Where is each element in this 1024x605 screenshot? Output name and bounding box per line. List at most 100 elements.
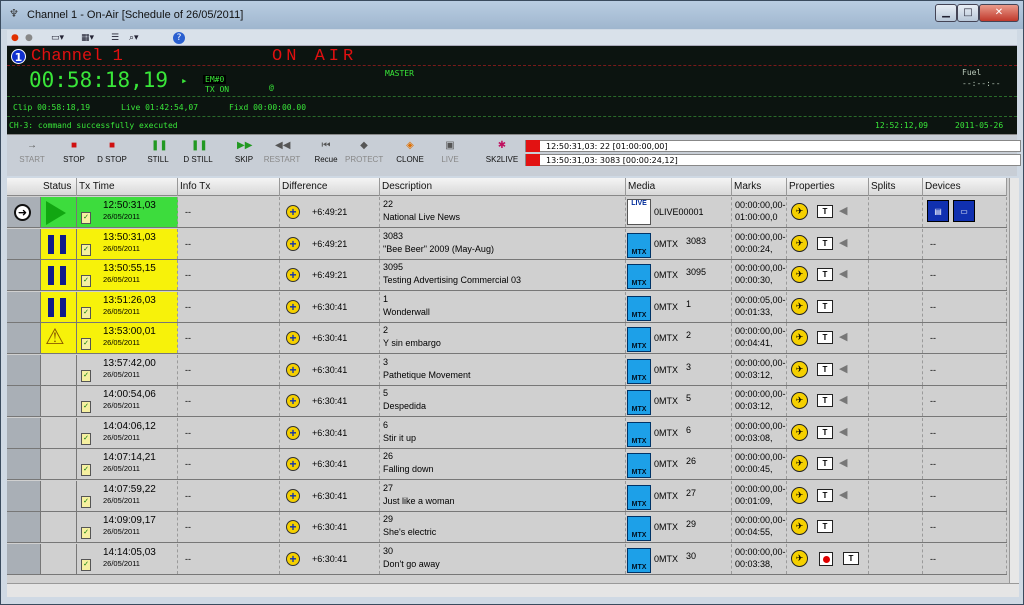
tx-time-cell[interactable]: ✓ 14:04:06,12 26/05/2011 bbox=[77, 417, 178, 448]
control-button-live[interactable]: ▣ LIVE bbox=[431, 138, 469, 174]
plus-icon[interactable]: + bbox=[286, 362, 300, 377]
tx-time-cell[interactable]: ✓ 14:09:09,17 26/05/2011 bbox=[77, 512, 178, 542]
horizontal-scrollbar[interactable] bbox=[7, 583, 1019, 597]
marks-cell[interactable]: 00:00:00,00- 00:03:12, bbox=[732, 354, 787, 385]
plus-icon[interactable]: + bbox=[286, 457, 300, 471]
status-cell[interactable] bbox=[41, 228, 77, 259]
status-cell[interactable] bbox=[41, 260, 77, 290]
splits-cell[interactable] bbox=[869, 323, 923, 353]
devices-cell[interactable]: -- bbox=[923, 417, 1007, 448]
info-tx-cell[interactable]: -- bbox=[178, 480, 280, 511]
media-cell[interactable]: MTX 0MTX 30 bbox=[626, 543, 732, 574]
text-icon[interactable]: T bbox=[817, 394, 833, 407]
properties-cell[interactable]: ✈ T ◀ bbox=[787, 480, 869, 511]
status-cell[interactable] bbox=[41, 417, 77, 448]
devices-cell[interactable]: -- bbox=[923, 386, 1007, 416]
clock-icon[interactable]: ✈ bbox=[791, 486, 808, 504]
info-tx-cell[interactable]: -- bbox=[178, 386, 280, 416]
speaker-icon[interactable]: ◀ bbox=[839, 331, 849, 344]
text-icon[interactable]: T bbox=[817, 362, 833, 376]
description-cell[interactable]: 5 Despedida bbox=[380, 386, 626, 416]
splits-cell[interactable] bbox=[869, 417, 923, 448]
plus-icon[interactable]: + bbox=[286, 205, 300, 219]
status-cell[interactable] bbox=[41, 480, 77, 511]
difference-cell[interactable]: + +6:30:41 bbox=[280, 543, 380, 574]
marks-cell[interactable]: 00:00:00,00- 00:00:30, bbox=[732, 260, 787, 290]
column-header-tx-time[interactable]: Tx Time bbox=[77, 178, 178, 196]
row-selector[interactable] bbox=[7, 480, 41, 511]
splits-cell[interactable] bbox=[869, 291, 923, 322]
row-selector[interactable] bbox=[7, 449, 41, 479]
row-selector[interactable]: ➜ bbox=[7, 197, 41, 227]
table-row[interactable]: ✓ 14:07:14,21 26/05/2011 -- + +6:30:41 26 Falli… bbox=[7, 449, 1007, 480]
column-header-marks[interactable]: Marks bbox=[732, 178, 787, 196]
clock-icon[interactable]: ✈ bbox=[791, 392, 808, 409]
tx-time-cell[interactable]: ✓ 13:50:31,03 26/05/2011 bbox=[77, 228, 178, 259]
row-selector[interactable] bbox=[7, 228, 41, 259]
properties-cell[interactable]: ✈ T bbox=[787, 512, 869, 542]
row-selector[interactable] bbox=[7, 354, 41, 385]
status-cell[interactable] bbox=[41, 449, 77, 479]
marks-cell[interactable]: 00:00:00,00- 00:03:08, bbox=[732, 417, 787, 448]
status-cell[interactable] bbox=[41, 291, 77, 322]
splits-cell[interactable] bbox=[869, 197, 923, 227]
text-icon[interactable]: T bbox=[817, 457, 833, 470]
description-cell[interactable]: 29 She's electric bbox=[380, 512, 626, 542]
control-button-d-still[interactable]: ❚❚ D STILL bbox=[179, 138, 217, 174]
text-icon[interactable]: T bbox=[843, 551, 859, 565]
properties-cell[interactable]: ✈ T ◀ bbox=[787, 228, 869, 259]
control-button-start[interactable]: → START bbox=[13, 138, 51, 174]
control-button-recue[interactable]: ⏮ Recue bbox=[307, 138, 345, 174]
marks-cell[interactable]: 00:00:00,00- 00:04:55, bbox=[732, 512, 787, 542]
marks-cell[interactable]: 00:00:05,00- 00:01:33, bbox=[732, 291, 787, 322]
difference-cell[interactable]: + +6:30:41 bbox=[280, 512, 380, 542]
table-row[interactable]: ✓ 13:50:31,03 26/05/2011 -- + +6:49:21 3083 "Be… bbox=[7, 228, 1007, 260]
vertical-scrollbar[interactable] bbox=[1009, 178, 1019, 583]
media-cell[interactable]: MTX 0MTX 29 bbox=[626, 512, 732, 542]
search-icon[interactable]: ⌕▾ bbox=[129, 32, 139, 44]
row-selector[interactable] bbox=[7, 386, 41, 416]
control-button-d-stop[interactable]: ■ D STOP bbox=[93, 138, 131, 174]
tx-time-cell[interactable]: ✓ 14:00:54,06 26/05/2011 bbox=[77, 386, 178, 416]
devices-cell[interactable]: -- bbox=[923, 354, 1007, 385]
clock-icon[interactable]: ✈ bbox=[791, 455, 808, 472]
plus-icon[interactable]: + bbox=[286, 299, 300, 314]
description-cell[interactable]: 22 National Live News bbox=[380, 197, 626, 227]
text-icon[interactable]: T bbox=[817, 488, 833, 502]
column-header-info-tx[interactable]: Info Tx bbox=[178, 178, 280, 196]
tx-time-cell[interactable]: ✓ 13:50:55,15 26/05/2011 bbox=[77, 260, 178, 290]
column-header-splits[interactable]: Splits bbox=[869, 178, 923, 196]
splits-cell[interactable] bbox=[869, 449, 923, 479]
difference-cell[interactable]: + +6:30:41 bbox=[280, 386, 380, 416]
properties-cell[interactable]: ✈ T ◀ bbox=[787, 197, 869, 227]
splits-cell[interactable] bbox=[869, 260, 923, 290]
properties-cell[interactable]: ✈ T ◀ bbox=[787, 354, 869, 385]
info-tx-cell[interactable]: -- bbox=[178, 260, 280, 290]
control-button-skip[interactable]: ▶▶ SKIP bbox=[225, 138, 263, 174]
splits-cell[interactable] bbox=[869, 512, 923, 542]
device-screen-icon[interactable]: ▭ bbox=[953, 200, 975, 222]
grid-icon[interactable]: ▦▾ bbox=[81, 32, 94, 44]
clock-icon[interactable]: ✈ bbox=[791, 518, 808, 535]
screen-icon[interactable]: ▭▾ bbox=[51, 32, 64, 44]
plus-icon[interactable]: + bbox=[286, 520, 300, 534]
control-button-restart[interactable]: ◀◀ RESTART bbox=[263, 138, 301, 174]
media-cell[interactable]: MTX 0MTX 1 bbox=[626, 291, 732, 322]
media-cell[interactable]: MTX 0MTX 3 bbox=[626, 354, 732, 385]
clock-icon[interactable]: ✈ bbox=[791, 329, 808, 346]
difference-cell[interactable]: + +6:49:21 bbox=[280, 197, 380, 227]
plus-icon[interactable]: + bbox=[286, 331, 300, 345]
tx-time-cell[interactable]: ✓ 13:57:42,00 26/05/2011 bbox=[77, 354, 178, 385]
properties-cell[interactable]: ✈ T ◀ bbox=[787, 449, 869, 479]
marks-cell[interactable]: 00:00:00,00- 00:00:45, bbox=[732, 449, 787, 479]
grey-dot-icon[interactable]: ● bbox=[25, 32, 33, 44]
column-header-status[interactable]: Status bbox=[41, 178, 77, 196]
info-tx-cell[interactable]: -- bbox=[178, 291, 280, 322]
description-cell[interactable]: 26 Falling down bbox=[380, 449, 626, 479]
media-cell[interactable]: MTX 0MTX 2 bbox=[626, 323, 732, 353]
devices-cell[interactable]: -- bbox=[923, 291, 1007, 322]
device-monitor-icon[interactable]: ▤ bbox=[927, 200, 949, 222]
properties-cell[interactable]: ✈ T ◀ bbox=[787, 386, 869, 416]
table-row[interactable]: ✓ 14:00:54,06 26/05/2011 -- + +6:30:41 5 Desped… bbox=[7, 386, 1007, 417]
row-selector[interactable] bbox=[7, 323, 41, 353]
